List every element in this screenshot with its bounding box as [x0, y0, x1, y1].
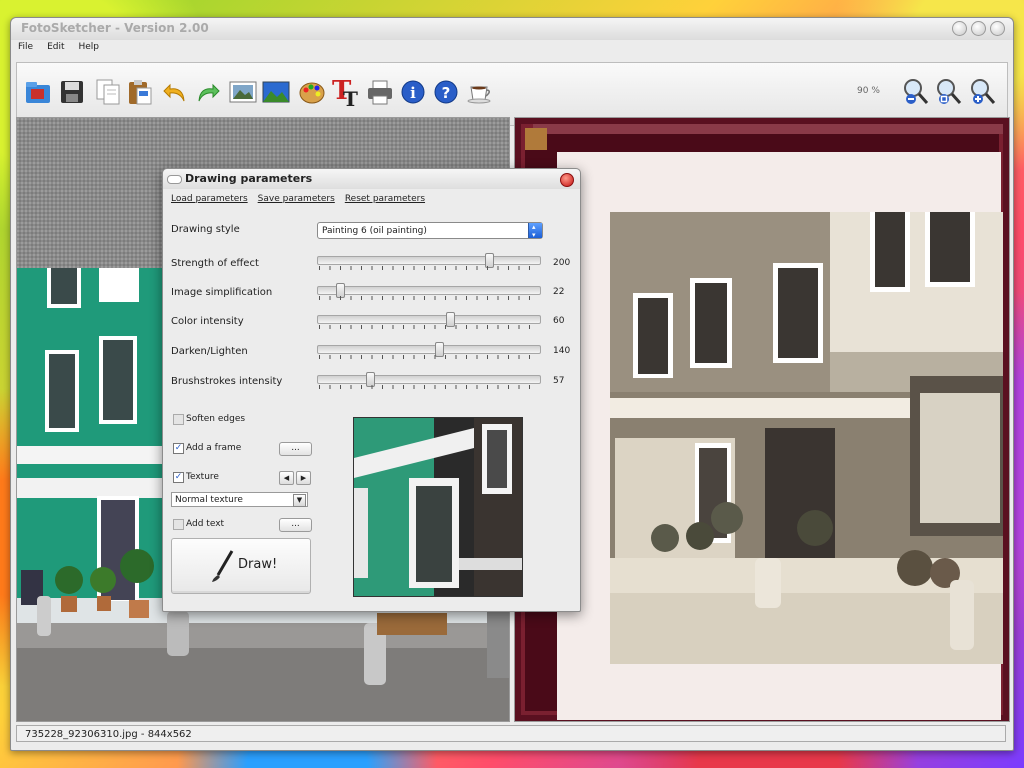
menu-help[interactable]: Help [72, 40, 107, 58]
open-folder-icon[interactable] [23, 77, 53, 107]
save-icon[interactable] [57, 77, 87, 107]
drawing-style-label: Drawing style [171, 224, 240, 235]
add-text-label: Add text [186, 519, 225, 529]
menu-file[interactable]: File [11, 40, 40, 58]
coffee-icon[interactable] [465, 77, 495, 107]
info-icon[interactable]: i [398, 77, 428, 107]
palette-icon[interactable] [297, 77, 327, 107]
zoom-level: 90 % [857, 86, 880, 96]
color-intensity-value: 60 [553, 316, 565, 326]
simplification-slider[interactable] [317, 282, 541, 300]
close-button[interactable] [990, 21, 1005, 36]
text-icon[interactable]: TT [330, 77, 360, 107]
drawing-style-value: Painting 6 (oil painting) [322, 226, 427, 236]
brushstrokes-label: Brushstrokes intensity [171, 376, 283, 387]
dialog-menu: Load parameters Save parameters Reset pa… [171, 194, 425, 204]
simplification-value: 22 [553, 287, 565, 297]
brushstrokes-slider[interactable] [317, 371, 541, 389]
texture-label: Texture [186, 472, 219, 482]
result-image-pane[interactable] [514, 117, 1010, 722]
soften-edges-label: Soften edges [186, 414, 246, 424]
painted-result [515, 118, 1009, 721]
drawing-parameters-dialog: Drawing parameters Load parameters Save … [162, 168, 581, 612]
texture-next-button[interactable]: ▶ [296, 471, 311, 485]
menu-edit[interactable]: Edit [40, 40, 71, 58]
landscape-icon[interactable] [261, 77, 291, 107]
status-bar: 735228_92306310.jpg - 844x562 [16, 725, 1006, 742]
preview-image [353, 417, 523, 597]
drawing-style-select[interactable]: Painting 6 (oil painting) [317, 219, 543, 244]
title-bar: FotoSketcher - Version 2.00 [11, 18, 1013, 40]
spinner-icon[interactable] [528, 219, 542, 244]
strength-label: Strength of effect [171, 258, 259, 269]
image-icon[interactable] [228, 77, 258, 107]
darken-lighten-slider[interactable] [317, 341, 541, 359]
svg-text:i: i [410, 84, 416, 102]
text-options-button[interactable]: ... [279, 518, 312, 532]
minimize-button[interactable] [952, 21, 967, 36]
dialog-close-button[interactable] [560, 173, 574, 187]
svg-text:?: ? [442, 84, 451, 102]
strength-value: 200 [553, 258, 571, 268]
add-frame-checkbox[interactable]: ✓ [173, 443, 184, 454]
save-parameters-link[interactable]: Save parameters [258, 194, 335, 204]
dialog-title: Drawing parameters [185, 172, 313, 185]
print-icon[interactable] [365, 77, 395, 107]
brush-icon [212, 550, 234, 582]
maximize-button[interactable] [971, 21, 986, 36]
undo-icon[interactable] [160, 77, 190, 107]
dialog-title-bar[interactable]: Drawing parameters [163, 169, 580, 189]
add-text-checkbox[interactable] [173, 519, 184, 530]
texture-value: Normal texture [175, 495, 243, 505]
svg-text:T: T [343, 87, 358, 107]
reset-parameters-link[interactable]: Reset parameters [345, 194, 425, 204]
soften-edges-checkbox[interactable] [173, 414, 184, 425]
texture-prev-button[interactable]: ◀ [279, 471, 294, 485]
help-icon[interactable]: ? [431, 77, 461, 107]
redo-icon[interactable] [193, 77, 223, 107]
copy-icon[interactable] [93, 77, 123, 107]
draw-button[interactable]: Draw! [171, 538, 311, 594]
strength-slider[interactable] [317, 252, 541, 270]
brushstrokes-value: 57 [553, 376, 565, 386]
window-title: FotoSketcher - Version 2.00 [21, 21, 209, 35]
color-intensity-label: Color intensity [171, 316, 244, 327]
add-frame-label: Add a frame [186, 443, 242, 453]
darken-lighten-value: 140 [553, 346, 571, 356]
simplification-label: Image simplification [171, 287, 273, 298]
draw-button-label: Draw! [238, 557, 278, 572]
load-parameters-link[interactable]: Load parameters [171, 194, 248, 204]
collapse-icon[interactable] [167, 175, 182, 184]
frame-options-button[interactable]: ... [279, 442, 312, 456]
menu-bar: File Edit Help [11, 40, 1013, 58]
darken-lighten-label: Darken/Lighten [171, 346, 248, 357]
texture-checkbox[interactable]: ✓ [173, 472, 184, 483]
texture-select[interactable]: Normal texture ▼ [171, 492, 308, 507]
zoom-fit-icon[interactable] [934, 77, 964, 107]
zoom-in-icon[interactable] [968, 77, 998, 107]
paste-icon[interactable] [125, 77, 155, 107]
color-intensity-slider[interactable] [317, 311, 541, 329]
dropdown-arrow-icon[interactable]: ▼ [293, 494, 306, 507]
zoom-out-icon[interactable] [901, 77, 931, 107]
